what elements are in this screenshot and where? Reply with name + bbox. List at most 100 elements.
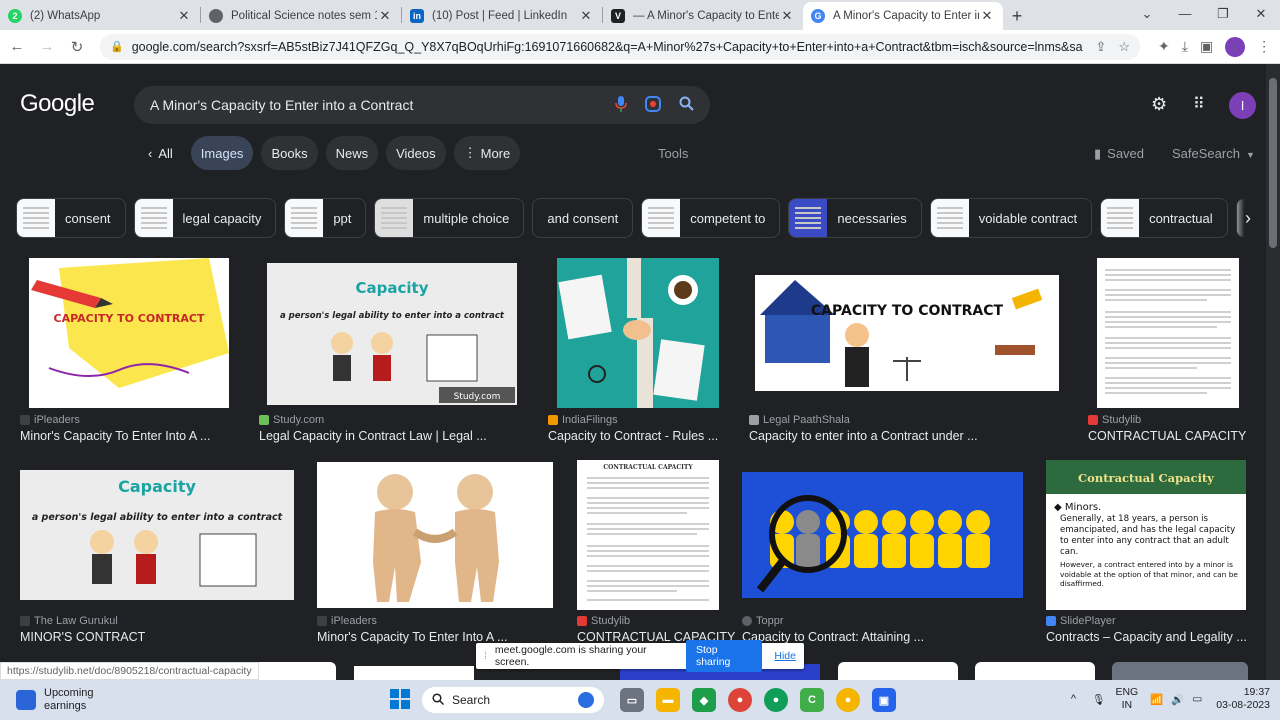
suggestion-chip[interactable]: voidable contract (929, 198, 1093, 238)
share-icon[interactable]: ⇪ (1095, 39, 1106, 55)
task-view-icon[interactable]: ▭ (620, 688, 644, 712)
filter-books[interactable]: Books (261, 136, 318, 170)
tab-political-science[interactable]: Political Science notes sem 1 (1).p ✕ (201, 2, 401, 30)
hide-link[interactable]: Hide (774, 650, 796, 662)
scrollbar-thumb[interactable] (1269, 78, 1277, 248)
microphone-icon[interactable] (615, 95, 627, 115)
tab-v-article[interactable]: V — A Minor's Capacity to Enter in ✕ (603, 2, 803, 30)
image-result[interactable]: CAPACITY TO CONTRACT iPleaders Minor's C… (20, 258, 230, 448)
apps-grid-icon[interactable]: ⠿ (1193, 94, 1205, 114)
suggestion-chip[interactable]: necessaries (788, 198, 922, 238)
side-panel-icon[interactable]: ▣ (1200, 38, 1213, 55)
suggestion-chip[interactable]: contractual (1100, 198, 1228, 238)
menu-kebab-icon[interactable]: ⋮ (1257, 38, 1271, 55)
chrome-icon[interactable]: ● (728, 688, 752, 712)
image-result[interactable]: Capacity a person's legal ability to ent… (20, 462, 300, 652)
language-indicator[interactable]: ENG IN (1115, 686, 1138, 712)
search-box[interactable]: A Minor's Capacity to Enter into a Contr… (134, 86, 710, 124)
result-title[interactable]: MINOR'S CONTRACT (20, 630, 145, 644)
result-title[interactable]: Minor's Capacity To Enter Into A ... (317, 630, 507, 644)
result-image[interactable] (317, 462, 553, 608)
url-text[interactable]: google.com/search?sxsrf=AB5stBiz7J41QFZG… (132, 40, 1084, 54)
image-result[interactable]: CAPACITY TO CONTRACT Legal PaathShala Ca… (749, 258, 1069, 448)
bookmark-star-icon[interactable]: ☆ (1118, 39, 1130, 55)
back-icon[interactable]: ← (4, 38, 30, 55)
minimize-icon[interactable]: — (1166, 0, 1204, 28)
forward-icon[interactable]: → (34, 38, 60, 55)
windows-start-icon[interactable] (390, 689, 410, 709)
result-title[interactable]: Capacity to enter into a Contract under … (749, 429, 978, 443)
image-result[interactable]: Studylib CONTRACTUAL CAPACITY (1088, 258, 1248, 448)
result-image[interactable]: CAPACITY TO CONTRACT (29, 258, 229, 408)
tab-linkedin[interactable]: in (10) Post | Feed | LinkedIn ✕ (402, 2, 602, 30)
close-tab-icon[interactable]: ✕ (176, 8, 192, 24)
extensions-icon[interactable]: ✦ (1158, 38, 1170, 55)
result-image[interactable] (557, 258, 719, 408)
next-row-thumbnail[interactable] (975, 662, 1095, 680)
result-image[interactable]: Contractual Capacity ◆ Minors. Generally… (1046, 460, 1246, 610)
wifi-icon[interactable]: 📶 (1150, 693, 1163, 706)
saved-button[interactable]: ▮ Saved (1094, 146, 1144, 162)
image-result[interactable]: iPleaders Minor's Capacity To Enter Into… (317, 462, 557, 652)
green-app-icon[interactable]: ◆ (692, 688, 716, 712)
filter-all[interactable]: ‹ All (138, 136, 183, 170)
maximize-icon[interactable]: ❐ (1204, 0, 1242, 28)
chevron-up-icon[interactable]: ^ (1071, 693, 1076, 705)
page-scrollbar[interactable] (1266, 64, 1280, 680)
tools-button[interactable]: Tools (658, 146, 688, 161)
profile-avatar[interactable]: I (1225, 36, 1246, 57)
suggestion-chip[interactable]: and consent (532, 198, 634, 238)
tab-google-images[interactable]: G A Minor's Capacity to Enter into a ✕ (803, 2, 1003, 30)
result-image[interactable] (742, 472, 1023, 598)
close-tab-icon[interactable]: ✕ (578, 8, 594, 24)
google-logo[interactable]: Google (20, 90, 95, 118)
result-title[interactable]: CONTRACTUAL CAPACITY (1088, 429, 1246, 443)
drag-handle-icon[interactable]: ⁞ (484, 650, 487, 662)
safesearch-button[interactable]: SafeSearch ▼ (1172, 146, 1255, 161)
account-avatar[interactable]: I (1229, 92, 1256, 119)
filter-news[interactable]: News (325, 136, 379, 170)
suggestion-chip[interactable]: ppt (284, 198, 367, 238)
address-bar[interactable]: 🔒 google.com/search?sxsrf=AB5stBiz7J41QF… (100, 33, 1140, 60)
close-tab-icon[interactable]: ✕ (377, 8, 393, 24)
filter-images[interactable]: Images (190, 136, 254, 170)
close-tab-icon[interactable]: ✕ (979, 8, 995, 24)
taskbar-search[interactable]: Search (422, 687, 604, 713)
chevron-right-icon[interactable]: › (1230, 198, 1266, 238)
result-image[interactable]: CONTRACTUAL CAPACITY (577, 460, 719, 610)
result-image[interactable]: Capacity a person's legal ability to ent… (267, 263, 517, 405)
tab-search-icon[interactable]: ⌄ (1128, 0, 1166, 28)
image-result[interactable]: Toppr Capacity to Contract: Attaining ..… (742, 462, 1032, 652)
chrome-active-icon[interactable]: ● (764, 688, 788, 712)
suggestion-chip[interactable]: competent to (641, 198, 781, 238)
lens-camera-icon[interactable] (645, 95, 661, 115)
image-result[interactable]: Contractual Capacity ◆ Minors. Generally… (1046, 460, 1256, 650)
suggestion-chip[interactable]: legal capacity (133, 198, 277, 238)
close-window-icon[interactable]: ✕ (1242, 0, 1280, 28)
next-row-thumbnail[interactable] (354, 666, 474, 680)
next-row-thumbnail[interactable] (838, 662, 958, 680)
lock-icon[interactable]: 🔒 (110, 40, 124, 53)
result-image[interactable]: CAPACITY TO CONTRACT (755, 275, 1059, 391)
new-tab-button[interactable]: + (1003, 2, 1031, 30)
filter-videos[interactable]: Videos (386, 136, 446, 170)
battery-icon[interactable]: ▭ (1192, 693, 1202, 705)
filter-more[interactable]: ⋮ More (453, 136, 521, 170)
result-title[interactable]: Minor's Capacity To Enter Into A ... (20, 429, 210, 443)
reload-icon[interactable]: ↻ (64, 38, 90, 56)
suggestion-chip[interactable]: consent (16, 198, 126, 238)
search-input[interactable]: A Minor's Capacity to Enter into a Contr… (150, 97, 597, 113)
settings-gear-icon[interactable]: ⚙ (1151, 94, 1167, 115)
chrome-profile-icon[interactable]: ● (836, 688, 860, 712)
volume-icon[interactable]: 🔊 (1171, 693, 1184, 706)
clock[interactable]: 19:37 03-08-2023 (1216, 686, 1270, 712)
suggestion-chip[interactable]: multiple choice (374, 198, 525, 238)
file-explorer-icon[interactable]: ▬ (656, 688, 680, 712)
search-icon[interactable] (679, 96, 694, 114)
image-result[interactable]: Capacity a person's legal ability to ent… (259, 258, 529, 448)
close-tab-icon[interactable]: ✕ (779, 8, 795, 24)
weather-widget[interactable]: Upcoming earnings (16, 687, 216, 713)
tab-whatsapp[interactable]: 2 (2) WhatsApp ✕ (0, 2, 200, 30)
stop-sharing-button[interactable]: Stop sharing (685, 640, 763, 672)
result-image[interactable]: Capacity a person's legal ability to ent… (20, 470, 294, 600)
